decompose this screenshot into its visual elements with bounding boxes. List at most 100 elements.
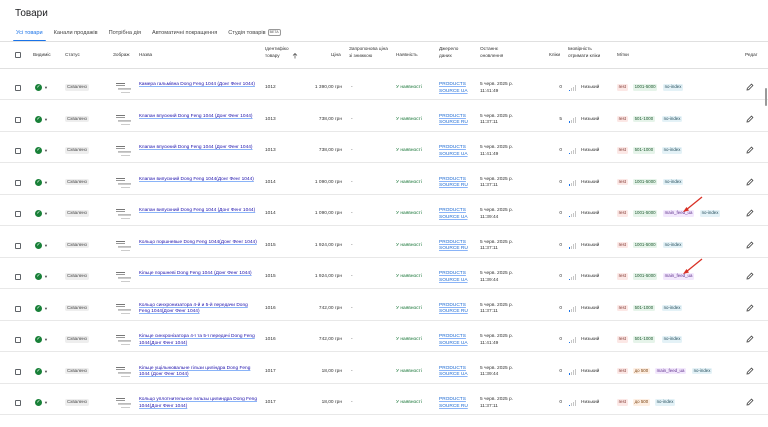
data-source-link[interactable]: PRODUCTS SOURCE UA [439, 366, 473, 379]
table-row[interactable]: ✓ ▼ Схвалено Кільце поршневі Dong Feng 1… [0, 258, 768, 289]
data-source-link[interactable]: PRODUCTS SOURCE UA [439, 82, 473, 95]
col-name[interactable]: Назва [139, 52, 152, 59]
table-row[interactable]: ✓ ▼ Схвалено Кольцо синхронизатора 4-й и… [0, 290, 768, 321]
product-thumbnail[interactable] [116, 177, 132, 189]
pencil-icon[interactable] [746, 83, 754, 91]
table-row[interactable]: ✓ ▼ Схвалено Клапан випускний Dong Feng … [0, 164, 768, 195]
visibility-check-icon[interactable]: ✓ [35, 115, 42, 123]
product-name-link[interactable]: Кільце поршневі Dong Feng 1044 (Донг Фен… [139, 271, 257, 278]
chevron-down-icon[interactable]: ▼ [44, 180, 48, 185]
product-name-link[interactable]: Кольцо уплотнительное гильзы цилиндра Do… [139, 397, 257, 410]
col-status[interactable]: Статус [65, 52, 80, 59]
visibility-check-icon[interactable]: ✓ [35, 178, 42, 186]
product-thumbnail[interactable] [116, 397, 132, 409]
chevron-down-icon[interactable]: ▼ [44, 400, 48, 405]
row-checkbox[interactable] [15, 85, 21, 91]
table-row[interactable]: ✓ ▼ Схвалено Клапан впускний Dong Feng 1… [0, 101, 768, 132]
col-click-probability[interactable]: Імовірність отримати кліки [568, 46, 610, 59]
visibility-check-icon[interactable]: ✓ [35, 399, 42, 406]
scrollbar-thumb[interactable] [765, 88, 767, 106]
chevron-down-icon[interactable]: ▼ [44, 211, 48, 216]
row-checkbox[interactable] [15, 242, 21, 249]
col-visibility[interactable]: Видиміс [33, 52, 51, 59]
table-row[interactable]: ✓ ▼ Схвалено Клапан випускний Dong Feng … [0, 195, 768, 226]
data-source-link[interactable]: PRODUCTS SOURCE RU [439, 177, 473, 190]
chevron-down-icon[interactable]: ▼ [44, 148, 48, 153]
table-row[interactable]: ✓ ▼ Схвалено Кольцо поршневые Dong Feng … [0, 227, 768, 258]
pencil-icon[interactable] [746, 241, 754, 249]
product-thumbnail[interactable] [116, 271, 132, 283]
col-clicks[interactable]: Кліки [549, 52, 560, 59]
tab-auto-improvements[interactable]: Автоматичні покращення [149, 28, 220, 42]
tab-action-needed[interactable]: Потрібна дія [106, 28, 144, 42]
chevron-down-icon[interactable]: ▼ [44, 117, 48, 122]
select-all-checkbox[interactable] [15, 52, 21, 58]
data-source-link[interactable]: PRODUCTS SOURCE RU [439, 397, 473, 410]
product-thumbnail[interactable] [116, 114, 132, 126]
row-checkbox[interactable] [15, 274, 21, 280]
data-source-link[interactable]: PRODUCTS SOURCE RU [439, 240, 473, 253]
product-name-link[interactable]: Кольцо синхронизатора 4-й и 5-й передачи… [139, 303, 257, 316]
pencil-icon[interactable] [746, 367, 754, 375]
tab-product-studio[interactable]: Студія товарів BETA [225, 28, 283, 42]
table-row[interactable]: ✓ ▼ Схвалено Камера гальмівна Dong Feng … [0, 69, 768, 100]
col-price[interactable]: Ціна [331, 52, 341, 59]
table-row[interactable]: ✓ ▼ Схвалено Кільце ущільнювальне гільзи… [0, 353, 768, 384]
pencil-icon[interactable] [746, 335, 754, 343]
pencil-icon[interactable] [746, 115, 754, 123]
row-checkbox[interactable] [15, 148, 21, 154]
pencil-icon[interactable] [746, 304, 754, 312]
chevron-down-icon[interactable]: ▼ [44, 243, 48, 248]
col-sale-price[interactable]: Запропонова ціна зі знижкою [349, 46, 391, 59]
data-source-link[interactable]: PRODUCTS SOURCE RU [439, 114, 473, 127]
table-row[interactable]: ✓ ▼ Схвалено Клапан впускний Dong Feng 1… [0, 132, 768, 163]
row-checkbox[interactable] [15, 179, 21, 186]
product-name-link[interactable]: Кільце ущільнювальне гільзи циліндра Don… [139, 366, 257, 379]
product-name-link[interactable]: Кільце синхронізатора 4-ї та 5-ї передач… [139, 334, 257, 347]
product-name-link[interactable]: Камера гальмівна Dong Feng 1044 (Донг Фе… [139, 82, 257, 89]
visibility-check-icon[interactable]: ✓ [35, 273, 42, 280]
tab-all-products[interactable]: Усі товари [13, 28, 46, 42]
product-name-link[interactable]: Клапан випускний Dong Feng 1044 (Донг Фе… [139, 208, 257, 215]
sort-ascending-icon[interactable] [292, 53, 298, 59]
visibility-check-icon[interactable]: ✓ [35, 304, 42, 312]
data-source-link[interactable]: PRODUCTS SOURCE UA [439, 208, 473, 221]
chevron-down-icon[interactable]: ▼ [44, 306, 48, 311]
col-product-id[interactable]: Ідентифіко товару [265, 46, 295, 59]
product-name-link[interactable]: Кольцо поршневые Dong Feng 1044(Донг Фен… [139, 240, 257, 247]
data-source-link[interactable]: PRODUCTS SOURCE UA [439, 145, 473, 158]
visibility-check-icon[interactable]: ✓ [35, 336, 42, 343]
chevron-down-icon[interactable]: ▼ [44, 369, 48, 374]
data-source-link[interactable]: PRODUCTS SOURCE UA [439, 271, 473, 284]
row-checkbox[interactable] [15, 211, 21, 217]
product-thumbnail[interactable] [116, 82, 132, 94]
product-thumbnail[interactable] [116, 145, 132, 157]
col-data-source[interactable]: Джерело даних [439, 46, 469, 59]
data-source-link[interactable]: PRODUCTS SOURCE RU [439, 303, 473, 316]
pencil-icon[interactable] [746, 272, 754, 280]
visibility-check-icon[interactable]: ✓ [35, 210, 42, 217]
pencil-icon[interactable] [746, 178, 754, 186]
product-thumbnail[interactable] [116, 334, 132, 346]
table-row[interactable]: ✓ ▼ Схвалено Кільце синхронізатора 4-ї т… [0, 321, 768, 352]
col-last-updated[interactable]: Останнє оновлення [480, 46, 520, 59]
product-thumbnail[interactable] [116, 366, 132, 378]
chevron-down-icon[interactable]: ▼ [44, 274, 48, 279]
pencil-icon[interactable] [746, 209, 754, 217]
product-name-link[interactable]: Клапан впускний Dong Feng 1044 (Донг Фен… [139, 114, 257, 121]
visibility-check-icon[interactable]: ✓ [35, 241, 42, 249]
chevron-down-icon[interactable]: ▼ [44, 337, 48, 342]
tab-sales-channels[interactable]: Канали продажів [51, 28, 101, 42]
row-checkbox[interactable] [15, 368, 21, 375]
row-checkbox[interactable] [15, 337, 21, 343]
product-thumbnail[interactable] [116, 240, 132, 252]
product-thumbnail[interactable] [116, 208, 132, 220]
pencil-icon[interactable] [746, 398, 754, 406]
data-source-link[interactable]: PRODUCTS SOURCE UA [439, 334, 473, 347]
pencil-icon[interactable] [746, 146, 754, 154]
visibility-check-icon[interactable]: ✓ [35, 367, 42, 375]
row-checkbox[interactable] [15, 400, 21, 406]
row-checkbox[interactable] [15, 116, 21, 123]
visibility-check-icon[interactable]: ✓ [35, 147, 42, 154]
table-row[interactable]: ✓ ▼ Схвалено Кольцо уплотнительное гильз… [0, 384, 768, 415]
